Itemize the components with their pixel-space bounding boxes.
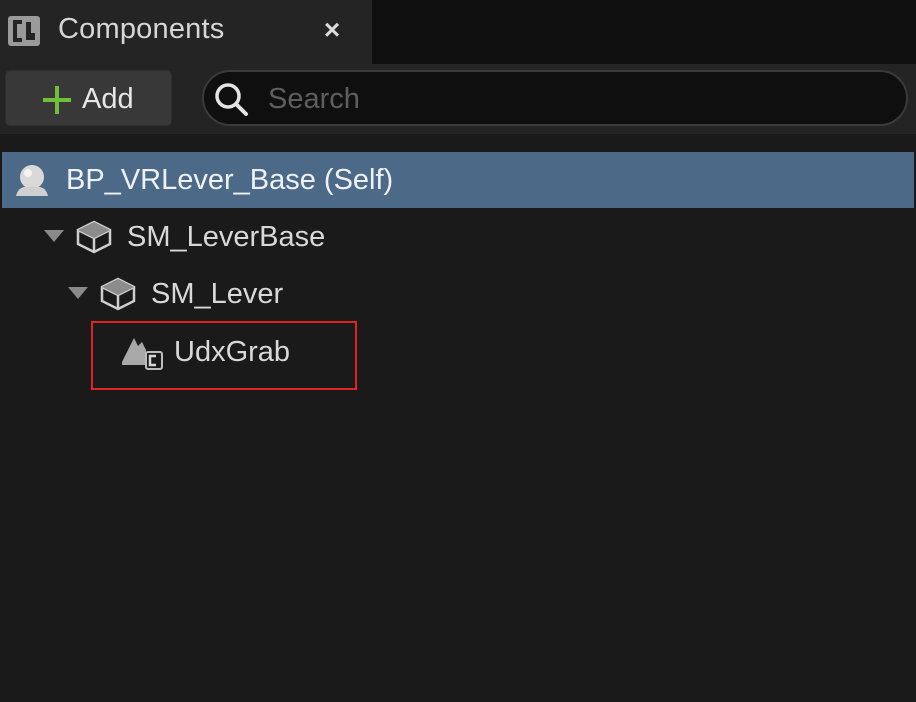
add-component-button[interactable]: Add [5,70,172,126]
tree-item-label: SM_Lever [151,278,284,310]
tree-item-sm-lever[interactable]: SM_Lever [2,266,914,322]
actor-self-icon [16,165,48,196]
search-icon [215,83,248,116]
search-input[interactable] [266,78,890,120]
tab-bar: Components × [0,0,916,64]
tree-item-sm-leverbase[interactable]: SM_LeverBase [2,209,914,265]
close-icon[interactable]: × [318,14,346,46]
highlight-box [91,321,357,390]
tree-item-label: SM_LeverBase [127,221,326,253]
search-box[interactable] [202,70,908,126]
tab-components[interactable]: Components × [0,0,373,64]
tab-title: Components [58,13,225,45]
expand-arrow-icon[interactable] [44,230,64,242]
tree-item-bp-vrlever-base[interactable]: BP_VRLever_Base (Self) [2,152,914,208]
tree-item-label: BP_VRLever_Base (Self) [66,164,394,196]
component-tree: BP_VRLever_Base (Self) SM_LeverBase SM_L… [0,134,916,702]
static-mesh-icon [100,277,136,311]
static-mesh-icon [76,220,112,254]
components-toolbar: Add [0,64,916,134]
components-panel-icon [8,16,40,46]
plus-icon [43,86,71,114]
add-button-label: Add [82,83,134,115]
expand-arrow-icon[interactable] [68,287,88,299]
components-panel: Components × Add Search BP_VRLever_Base … [0,0,916,702]
